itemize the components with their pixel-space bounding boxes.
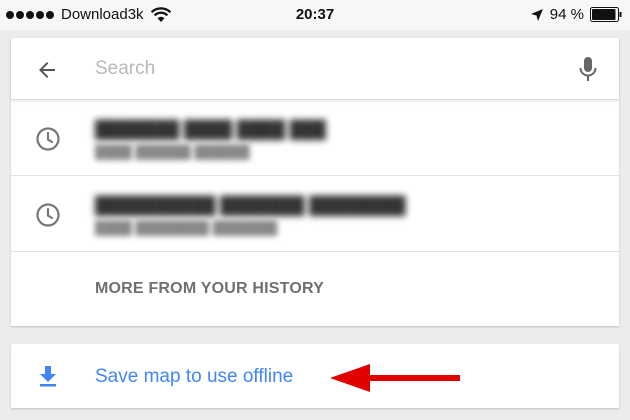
history-item[interactable]: ███████ ████ ████ ███ ████ ██████ ██████ <box>11 100 619 176</box>
annotation-arrow-icon <box>330 364 460 392</box>
more-history-link[interactable]: MORE FROM YOUR HISTORY <box>95 280 324 298</box>
battery-percent: 94 % <box>549 6 584 23</box>
history-subtitle-redacted: ████ ██████ ██████ <box>95 144 250 159</box>
search-input[interactable] <box>95 54 535 84</box>
clock-icon <box>36 127 60 151</box>
history-item[interactable]: ██████████ ███████ ████████ ████ ███████… <box>11 176 619 252</box>
status-bar: Download3k 20:37 94 % <box>0 0 630 30</box>
save-offline-link[interactable]: Save map to use offline <box>95 366 293 388</box>
back-arrow-icon[interactable] <box>35 58 59 82</box>
history-title-redacted: ███████ ████ ████ ███ <box>95 120 326 139</box>
offline-card[interactable]: Save map to use offline <box>11 344 619 408</box>
location-arrow-icon <box>530 8 543 21</box>
search-card: ███████ ████ ████ ███ ████ ██████ ██████… <box>11 38 619 326</box>
history-subtitle-redacted: ████ ████████ ███████ <box>95 220 278 235</box>
clock-icon <box>36 203 60 227</box>
download-icon <box>40 366 56 387</box>
search-bar <box>11 38 619 100</box>
status-right: 94 % <box>530 6 622 23</box>
microphone-icon[interactable] <box>577 56 599 84</box>
history-title-redacted: ██████████ ███████ ████████ <box>95 196 406 215</box>
battery-icon <box>590 7 622 22</box>
